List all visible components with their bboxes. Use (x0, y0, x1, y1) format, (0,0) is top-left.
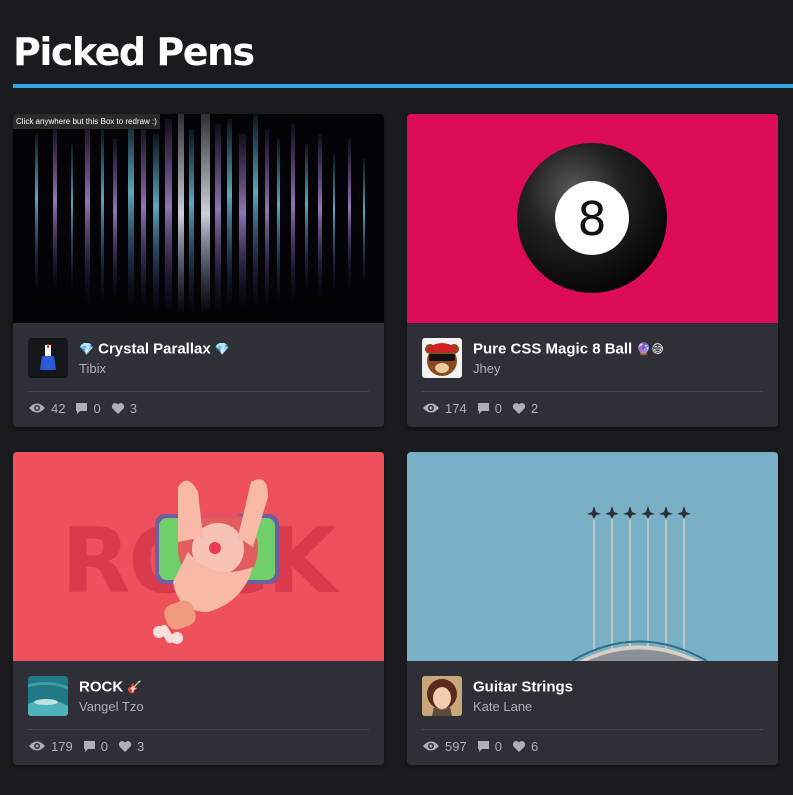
views-count: 597 (445, 738, 467, 754)
comment-icon (477, 740, 489, 752)
page-title: Picked Pens (13, 30, 255, 74)
pen-title-text[interactable]: Crystal Parallax (98, 341, 211, 358)
redraw-hint[interactable]: Click anywhere but this Box to redraw :) (13, 114, 160, 129)
heart-icon (111, 402, 124, 414)
divider (422, 391, 763, 392)
pen-title[interactable]: ROCK 🎸 (79, 678, 142, 696)
eye-icon (29, 403, 45, 413)
views-count: 174 (445, 400, 467, 416)
likes-count: 3 (136, 738, 145, 754)
pen-author[interactable]: Jhey (473, 361, 500, 376)
pen-author[interactable]: Vangel Tzo (79, 699, 144, 714)
pen-title-text[interactable]: ROCK (79, 679, 123, 696)
divider (28, 729, 369, 730)
avatar[interactable] (422, 338, 462, 378)
likes-count: 3 (129, 400, 137, 416)
comments-stat[interactable]: 0 (83, 739, 108, 754)
views-stat: 174 (422, 401, 467, 416)
pen-meta: 💎 Crystal Parallax 💎 Tibix 42 0 3 (13, 323, 384, 427)
likes-stat[interactable]: 3 (111, 401, 137, 416)
crystal-parallax-preview (13, 114, 384, 323)
pen-stats: 174 0 2 (422, 400, 548, 416)
pen-title[interactable]: 💎 Crystal Parallax 💎 (79, 340, 230, 358)
pen-title[interactable]: Guitar Strings (473, 678, 573, 696)
pen-author[interactable]: Kate Lane (473, 699, 532, 714)
gem-icon: 💎 (214, 342, 230, 357)
page: Picked Pens Click anywhere but this Box … (0, 0, 793, 795)
rock-preview: ROCK (13, 452, 384, 661)
eye-icon (423, 403, 439, 413)
pen-meta: Guitar Strings Kate Lane 597 0 6 (407, 661, 778, 765)
views-stat: 597 (422, 739, 467, 754)
comment-icon (477, 402, 489, 414)
pen-title-text[interactable]: Pure CSS Magic 8 Ball (473, 341, 632, 358)
comments-count: 0 (494, 738, 502, 754)
avatar[interactable] (28, 676, 68, 716)
views-stat: 179 (28, 739, 73, 754)
views-stat: 42 (28, 401, 65, 416)
eye-icon (29, 741, 45, 751)
comments-stat[interactable]: 0 (477, 401, 502, 416)
pen-thumbnail[interactable]: ROCK (13, 452, 384, 661)
pen-stats: 597 0 6 (422, 738, 548, 754)
crystal-ball-sweat-smile-icon: 🔮😅 (636, 342, 664, 357)
pen-title[interactable]: Pure CSS Magic 8 Ball 🔮😅 (473, 340, 664, 358)
avatar[interactable] (422, 676, 462, 716)
eye-icon (423, 741, 439, 751)
pen-stats: 42 0 3 (28, 400, 147, 416)
pen-thumbnail[interactable]: 8 (407, 114, 778, 323)
heart-icon (118, 740, 132, 752)
likes-count: 2 (530, 400, 539, 416)
divider (422, 729, 763, 730)
eight-label: 8 (577, 192, 606, 246)
comments-stat[interactable]: 0 (75, 400, 101, 416)
comment-icon (76, 402, 88, 414)
gem-icon: 💎 (79, 342, 94, 357)
pen-card[interactable]: 8 Pure CSS Magic 8 Ball 🔮😅 Jhey 174 0 2 (407, 114, 778, 427)
likes-count: 6 (530, 738, 539, 754)
views-count: 179 (51, 738, 73, 754)
pen-meta: ROCK 🎸 Vangel Tzo 179 0 3 (13, 661, 384, 765)
title-underline (13, 84, 793, 88)
pen-card[interactable]: ROCK 🎸 Vangel Tzo 179 0 3 (13, 452, 384, 765)
pen-author[interactable]: Tibix (79, 361, 106, 376)
pen-meta: Pure CSS Magic 8 Ball 🔮😅 Jhey 174 0 2 (407, 323, 778, 427)
guitar-icon: 🎸 (127, 680, 143, 695)
likes-stat[interactable]: 2 (512, 401, 538, 416)
pen-stats: 179 0 3 (28, 738, 154, 754)
comments-count: 0 (100, 738, 108, 754)
pen-card[interactable]: Click anywhere but this Box to redraw :)… (13, 114, 384, 427)
pen-card[interactable]: Guitar Strings Kate Lane 597 0 6 (407, 452, 778, 765)
guitar-strings-preview (407, 452, 778, 661)
comment-icon (83, 740, 95, 752)
comments-stat[interactable]: 0 (477, 739, 502, 754)
likes-stat[interactable]: 6 (512, 739, 538, 754)
comments-count: 0 (494, 400, 502, 416)
heart-icon (512, 740, 526, 752)
comments-count: 0 (93, 400, 101, 416)
pen-thumbnail[interactable]: Click anywhere but this Box to redraw :) (13, 114, 384, 323)
likes-stat[interactable]: 3 (118, 739, 144, 754)
views-count: 42 (51, 400, 66, 416)
pen-title-text[interactable]: Guitar Strings (473, 679, 573, 696)
magic-8-ball-preview: 8 (407, 114, 778, 323)
avatar[interactable] (28, 338, 68, 378)
divider (28, 391, 369, 392)
heart-icon (512, 402, 526, 414)
pen-thumbnail[interactable] (407, 452, 778, 661)
